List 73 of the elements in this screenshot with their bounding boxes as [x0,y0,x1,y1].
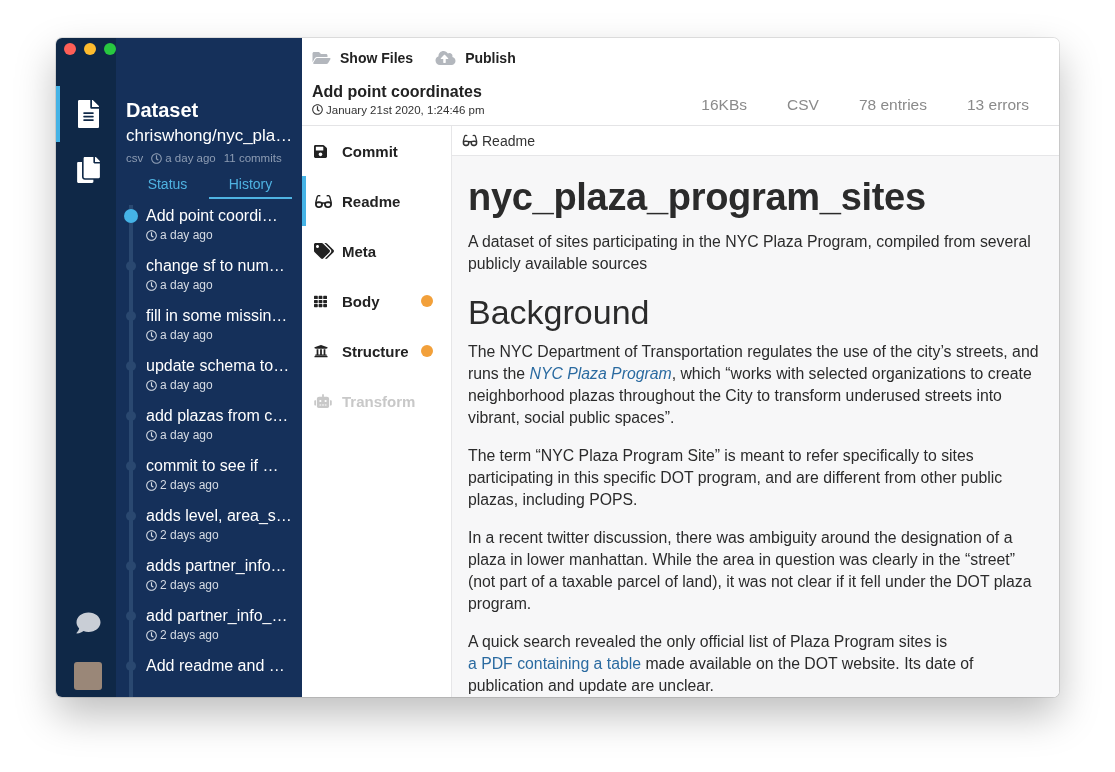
stat-text: 78 entries [858,96,927,114]
paragraph: The NYC Department of Transportation regulates the use of the city’s streets, and runs the NYC Plaza Program, which “works with selected organizations to create neighborhood plazas throughout the City to transform underused streets into vibrant, social public spaces”. [468,342,1040,428]
commit-message[interactable]: update schema to… [146,355,292,377]
clock-icon [151,152,163,164]
clock-icon [146,379,157,391]
commit-message[interactable]: add partner_info_… [146,605,292,627]
commit-time: 2 days ago [160,477,219,493]
commit-time: 2 days ago [160,627,219,643]
stat-text: 16KBs [701,96,747,114]
clock-icon [146,329,157,341]
clock-icon [146,429,157,441]
folder-icon [312,49,331,66]
grid-icon [314,294,327,308]
robot-icon [314,394,332,408]
commit-timestamp: January 21st 2020, 1:24:46 pm [326,102,485,117]
maximize-icon[interactable] [104,43,116,55]
panel-title: Readme [482,132,535,149]
bank-building-icon [314,344,328,358]
stat-text: CSV [787,96,819,114]
show-files-button[interactable]: Show Files [312,49,414,66]
clock-icon [312,104,323,115]
section-tab[interactable]: Body [302,276,451,326]
clock-icon [146,629,157,641]
commit-time: a day ago [160,277,213,293]
commit-message[interactable]: fill in some missin… [146,305,292,327]
link[interactable]: a PDF containing a table [468,655,641,672]
commit-message[interactable]: Add point coordi… [146,205,292,227]
commit-message[interactable]: commit to see if … [146,455,292,477]
paragraph: A quick search revealed the only official list of Plaza Program sites is a PDF containing a table made available on the DOT website. Its date of publication and update are unclear. [468,632,975,696]
close-icon[interactable] [64,43,76,55]
minimize-icon[interactable] [84,43,96,55]
commit-message[interactable]: adds partner_info… [146,555,292,577]
chat-bubble-icon[interactable] [74,611,102,635]
commit-message[interactable]: adds level, area_s… [146,505,292,527]
section-tab[interactable]: Meta [302,226,451,276]
paragraph: A dataset of sites participating in the NYC Plaza Program, compiled from several publicly available sources [468,232,1032,274]
cloud-upload-icon [435,49,457,66]
document-icon [77,100,99,128]
paragraph: The term “NYC Plaza Program Site” is meant to refer specifically to sites participating in this specific DOT program, and are different from other public plazas, including POPS. [468,446,1004,510]
sidebar-title: Dataset [126,98,200,122]
commit-time: a day ago [160,377,213,393]
clock-icon [146,229,157,241]
clock-icon [146,579,157,591]
glasses-icon [314,193,333,209]
updated-text: a day ago [165,151,216,165]
section-tab[interactable]: Structure [302,326,451,376]
format-text: csv [126,151,144,165]
commit-time: a day ago [160,427,213,443]
dataset-name: chriswhong/nyc_pla… [126,125,292,147]
commit-time: a day ago [160,227,213,243]
copy-icon [76,157,100,183]
commit-time: a day ago [160,327,213,343]
commit-count: 11 commits [223,151,282,165]
clock-icon [146,529,157,541]
commit-title: Add point coordinates [312,81,483,102]
commit-message[interactable]: change sf to num… [146,255,292,277]
commit-message[interactable]: Add readme and … [146,655,292,677]
stat-text: 13 errors [966,96,1029,114]
commit-message[interactable]: add plazas from c… [146,405,292,427]
commit-time: 2 days ago [160,527,219,543]
link[interactable]: NYC Plaza Program [529,365,672,382]
publish-button[interactable]: Publish [435,49,516,66]
clock-icon [146,279,157,291]
glasses-icon [462,134,478,147]
clock-icon [146,479,157,491]
readme-title: nyc_plaza_program_sites [468,175,927,220]
section-tab[interactable]: Commit [302,126,451,176]
sidebar-tab[interactable]: Status [126,172,209,199]
sidebar-tab[interactable]: History [209,172,292,199]
commit-time: 2 days ago [160,577,219,593]
section-heading: Background [468,292,651,333]
tags-icon [314,243,334,259]
paragraph: In a recent twitter discussion, there was ambiguity around the designation of a plaza in lower manhattan. While the area in question was clearly in the “street” (not part of a taxable parcel of land), it was not clear if it fell under the DOT plaza program. [468,528,1033,614]
